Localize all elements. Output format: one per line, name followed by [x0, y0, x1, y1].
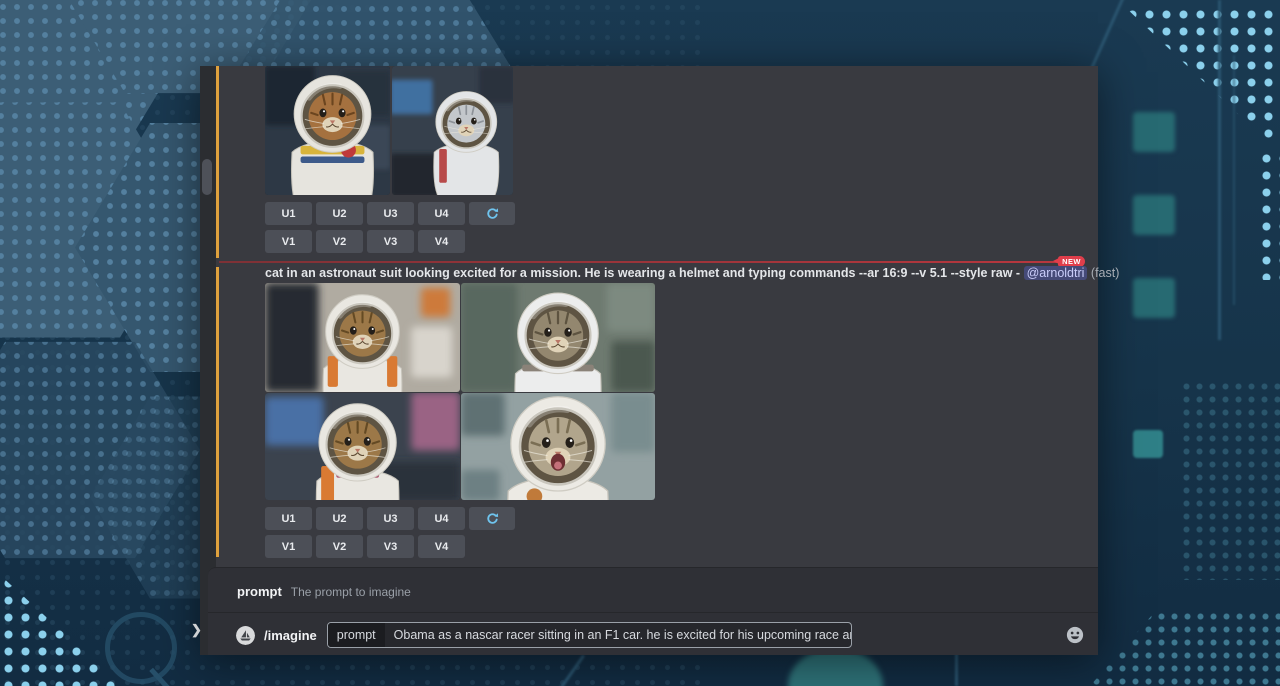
v2-button[interactable]: V2	[316, 230, 363, 253]
discord-window: U1U2U3U4 V1V2V3V4 NEW cat in an astronau…	[200, 66, 1098, 655]
circuit-line	[1218, 0, 1221, 340]
teal-square	[1133, 278, 1175, 318]
u3-button[interactable]: U3	[367, 202, 414, 225]
midjourney-bot-avatar[interactable]	[236, 626, 255, 645]
message-accent-bar	[216, 66, 219, 258]
prompt-field-label: prompt	[328, 623, 385, 647]
u4-button[interactable]: U4	[418, 202, 465, 225]
u4-button[interactable]: U4	[418, 507, 465, 530]
message-accent-bar	[216, 267, 219, 557]
dot-texture-right	[1180, 380, 1280, 580]
emoji-picker-icon[interactable]	[1066, 626, 1084, 644]
new-messages-divider	[219, 261, 1061, 263]
dot-grid-bottom-left	[0, 575, 122, 686]
composer-separator	[208, 612, 1098, 613]
dot-column-right	[1258, 150, 1280, 280]
option-name: prompt	[237, 584, 282, 599]
scrollbar-thumb[interactable]	[202, 159, 212, 195]
upscale-button-row: U1U2U3U4	[265, 507, 515, 530]
hexagon-shape	[0, 335, 200, 565]
message-prompt-text: cat in an astronaut suit looking excited…	[265, 266, 1075, 280]
generated-image-3[interactable]	[265, 393, 460, 500]
hexagon-shape	[0, 0, 190, 150]
hexagon-shape	[0, 95, 190, 345]
prompt-text: cat in an astronaut suit looking excited…	[265, 266, 1012, 280]
v3-button[interactable]: V3	[367, 230, 414, 253]
user-mention[interactable]: @arnoldtri	[1024, 266, 1088, 280]
rerun-button[interactable]	[469, 507, 515, 530]
generated-image-4[interactable]	[461, 393, 655, 500]
imagine-command-label: /imagine	[264, 628, 317, 643]
teal-square	[1133, 195, 1175, 235]
magnifier-handle	[149, 668, 175, 686]
v4-button[interactable]: V4	[418, 535, 465, 558]
upscale-button-row: U1U2U3U4	[265, 202, 515, 225]
v3-button[interactable]: V3	[367, 535, 414, 558]
sidebar-expand-chevron[interactable]: ❯	[191, 622, 202, 638]
v1-button[interactable]: V1	[265, 535, 312, 558]
desktop: U1U2U3U4 V1V2V3V4 NEW cat in an astronau…	[0, 0, 1280, 686]
u2-button[interactable]: U2	[316, 507, 363, 530]
u1-button[interactable]: U1	[265, 507, 312, 530]
u1-button[interactable]: U1	[265, 202, 312, 225]
circuit-line	[1233, 55, 1235, 305]
v4-button[interactable]: V4	[418, 230, 465, 253]
u3-button[interactable]: U3	[367, 507, 414, 530]
magnifier-circle	[105, 612, 177, 684]
teal-square	[1133, 112, 1175, 152]
generated-image-2[interactable]	[461, 283, 655, 392]
dot-texture-bottom-right	[1090, 610, 1280, 686]
variation-button-row: V1V2V3V4	[265, 230, 465, 253]
circuit-line	[955, 652, 958, 686]
prompt-input[interactable]: prompt Obama as a nascar racer sitting i…	[327, 622, 852, 648]
generated-image-old-left[interactable]	[265, 66, 390, 195]
teal-square-bright	[1133, 430, 1163, 458]
dash: -	[1016, 266, 1020, 280]
u2-button[interactable]: U2	[316, 202, 363, 225]
generated-image-old-right[interactable]	[392, 66, 513, 195]
prompt-field-value: Obama as a nascar racer sitting in an F1…	[385, 628, 852, 642]
option-description: The prompt to imagine	[291, 585, 411, 599]
speed-mode-tag: (fast)	[1091, 266, 1119, 280]
circuit-line	[548, 655, 585, 686]
rerun-button[interactable]	[469, 202, 515, 225]
slash-command-composer: prompt The prompt to imagine /imagine pr…	[208, 567, 1098, 655]
dot-grid-top-right	[1124, 6, 1280, 154]
variation-button-row: V1V2V3V4	[265, 535, 465, 558]
v2-button[interactable]: V2	[316, 535, 363, 558]
v1-button[interactable]: V1	[265, 230, 312, 253]
generated-image-1[interactable]	[265, 283, 460, 392]
